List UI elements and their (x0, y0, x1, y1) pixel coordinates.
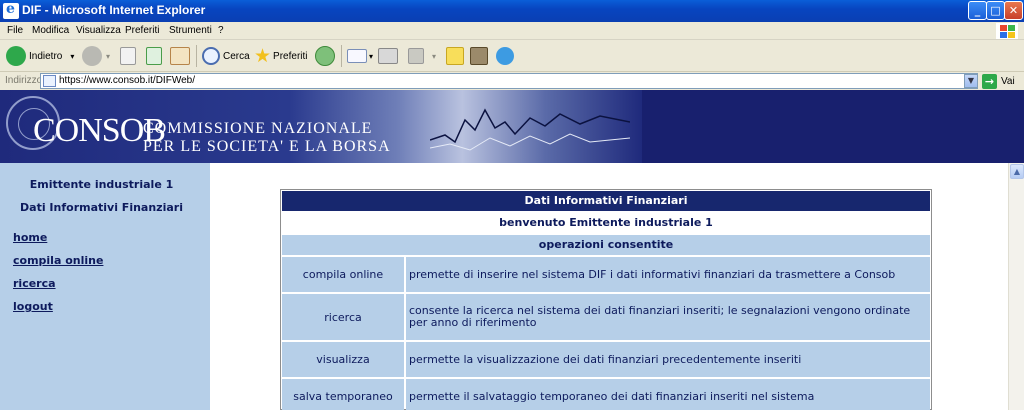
favorites-button[interactable]: ★ Preferiti (254, 45, 308, 67)
note-icon (446, 47, 464, 65)
sidebar-link-compila-online[interactable]: compila online (13, 254, 103, 267)
refresh-button[interactable] (146, 45, 162, 67)
menu-bar: File Modifica Visualizza Preferiti Strum… (0, 22, 1024, 40)
star-icon: ★ (254, 45, 272, 67)
sidebar: Emittente industriale 1 Dati Informativi… (0, 163, 210, 410)
go-button[interactable]: → Vai (982, 73, 1015, 89)
back-arrow-icon (6, 46, 26, 66)
mail-dropdown-icon[interactable]: ▾ (369, 52, 373, 61)
address-input[interactable]: https://www.consob.it/DIFWeb/ (40, 73, 978, 89)
banner-edge (1008, 90, 1024, 163)
toolbar-separator (341, 45, 342, 67)
window-title: DIF - Microsoft Internet Explorer (22, 3, 206, 17)
messenger-icon (496, 47, 514, 65)
go-label: Vai (1001, 75, 1015, 87)
operation-description: premette di inserire nel sistema DIF i d… (406, 257, 930, 292)
minimize-button[interactable]: _ (968, 1, 987, 20)
search-label: Cerca (223, 50, 250, 62)
page-viewport: CONSOB COMMISSIONE NAZIONALE PER LE SOCI… (0, 90, 1008, 410)
banner-line-2: PER LE SOCIETA' E LA BORSA (143, 138, 391, 155)
home-icon (170, 47, 190, 65)
address-dropdown-icon[interactable]: ▼ (964, 74, 978, 88)
stop-button[interactable] (120, 45, 136, 67)
sidebar-link-logout[interactable]: logout (13, 300, 53, 313)
stop-icon (120, 47, 136, 65)
refresh-icon (146, 47, 162, 65)
discuss-button[interactable] (446, 45, 464, 67)
history-icon (315, 46, 335, 66)
title-bar: DIF - Microsoft Internet Explorer _ □ ✕ (0, 0, 1024, 22)
operation-description: permette la visualizzazione dei dati fin… (406, 342, 930, 377)
edit-button[interactable]: ▾ (408, 45, 436, 67)
address-bar: Indirizzo https://www.consob.it/DIFWeb/ … (0, 72, 1024, 90)
toolbar: Indietro ▾ ▾ Cerca ★ Preferiti ▾ ▾ (0, 40, 1024, 72)
table-row: visualizza permette la visualizzazione d… (282, 342, 930, 377)
printer-icon (378, 48, 398, 64)
sidebar-section-title: Dati Informativi Finanziari (20, 201, 183, 214)
operation-name: ricerca (282, 294, 404, 340)
banner-line-1: COMMISSIONE NAZIONALE (143, 120, 373, 137)
sidebar-link-ricerca[interactable]: ricerca (13, 277, 56, 290)
menu-strumenti[interactable]: Strumenti (169, 25, 212, 36)
back-label: Indietro (29, 50, 63, 62)
operations-header: operazioni consentite (282, 235, 930, 255)
menu-file[interactable]: File (7, 25, 23, 36)
search-icon (202, 47, 220, 65)
maximize-button[interactable]: □ (986, 1, 1005, 20)
operation-name: visualizza (282, 342, 404, 377)
back-button[interactable]: Indietro ▾ (6, 45, 74, 67)
stock-chart-graphic (430, 108, 630, 151)
toolbar-separator (196, 45, 197, 67)
operation-description: consente la ricerca nel sistema dei dati… (406, 294, 930, 340)
edit-dropdown-icon[interactable]: ▾ (432, 52, 436, 61)
welcome-message: benvenuto Emittente industriale 1 (282, 213, 930, 233)
scroll-up-icon[interactable]: ▲ (1010, 164, 1024, 179)
forward-button[interactable]: ▾ (82, 45, 110, 67)
ie-icon (3, 1, 19, 19)
mail-button[interactable]: ▾ (347, 45, 373, 67)
menu-preferiti[interactable]: Preferiti (125, 25, 159, 36)
windows-logo-icon (996, 23, 1018, 39)
operations-table: Dati Informativi Finanziari benvenuto Em… (280, 189, 932, 410)
address-label: Indirizzo (5, 75, 43, 86)
menu-help[interactable]: ? (218, 25, 224, 36)
messenger-button[interactable] (496, 45, 514, 67)
sidebar-user: Emittente industriale 1 (29, 178, 174, 191)
operation-name: salva temporaneo (282, 379, 404, 410)
forward-arrow-icon (82, 46, 102, 66)
go-arrow-icon: → (982, 73, 997, 89)
mail-icon (347, 49, 367, 63)
vertical-scrollbar[interactable]: ▲ (1008, 163, 1024, 410)
operation-description: permette il salvataggio temporaneo dei d… (406, 379, 930, 410)
consob-banner: CONSOB COMMISSIONE NAZIONALE PER LE SOCI… (0, 90, 1008, 163)
page-icon (43, 75, 56, 87)
favorites-label: Preferiti (273, 50, 308, 62)
table-title: Dati Informativi Finanziari (282, 191, 930, 211)
table-row: ricerca consente la ricerca nel sistema … (282, 294, 930, 340)
address-url: https://www.consob.it/DIFWeb/ (59, 75, 195, 86)
research-icon (470, 47, 488, 65)
history-button[interactable] (315, 45, 335, 67)
home-button[interactable] (170, 45, 190, 67)
close-button[interactable]: ✕ (1004, 1, 1023, 20)
menu-visualizza[interactable]: Visualizza (76, 25, 121, 36)
print-button[interactable] (378, 45, 398, 67)
research-button[interactable] (470, 45, 488, 67)
back-dropdown-icon[interactable]: ▾ (70, 52, 74, 61)
operation-name: compila online (282, 257, 404, 292)
browser-window: DIF - Microsoft Internet Explorer _ □ ✕ … (0, 0, 1024, 410)
table-row: salva temporaneo permette il salvataggio… (282, 379, 930, 410)
search-button[interactable]: Cerca (202, 45, 250, 67)
edit-icon (408, 48, 424, 64)
forward-dropdown-icon[interactable]: ▾ (106, 52, 110, 61)
sidebar-link-home[interactable]: home (13, 231, 47, 244)
menu-modifica[interactable]: Modifica (32, 25, 69, 36)
table-row: compila online premette di inserire nel … (282, 257, 930, 292)
